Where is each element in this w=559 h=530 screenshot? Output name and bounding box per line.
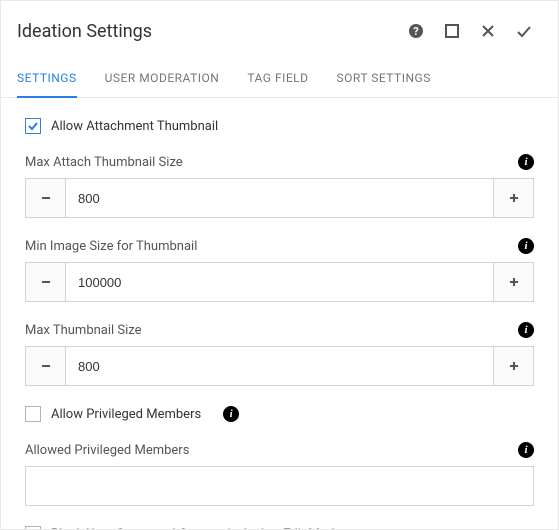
row-block-ugc-author-edit: Block User Generated Content in Author E… (25, 526, 534, 529)
row-max-attach-thumb-size: Max Attach Thumbnail Size i (25, 154, 534, 218)
confirm-icon[interactable] (506, 13, 542, 49)
dialog-ideation-settings: Ideation Settings ? SETTINGS USER MODERA… (0, 0, 559, 530)
tab-user-moderation[interactable]: USER MODERATION (105, 61, 220, 97)
help-icon[interactable]: ? (398, 13, 434, 49)
decrement-button[interactable] (26, 347, 66, 385)
label-max-thumb-size: Max Thumbnail Size (25, 323, 518, 338)
close-icon[interactable] (470, 13, 506, 49)
svg-text:?: ? (413, 25, 419, 38)
row-max-thumb-size: Max Thumbnail Size i (25, 322, 534, 386)
tab-tag-field[interactable]: TAG FIELD (247, 61, 308, 97)
dialog-title: Ideation Settings (17, 21, 398, 42)
decrement-button[interactable] (26, 263, 66, 301)
increment-button[interactable] (493, 179, 533, 217)
tab-sort-settings[interactable]: SORT SETTINGS (337, 61, 431, 97)
row-allowed-privileged-members: Allowed Privileged Members i (25, 442, 534, 506)
input-max-thumb-size[interactable] (66, 347, 493, 385)
input-min-image-size-thumb[interactable] (66, 263, 493, 301)
fullscreen-icon[interactable] (434, 13, 470, 49)
label-min-image-size-thumb: Min Image Size for Thumbnail (25, 239, 518, 254)
row-allow-attachment-thumbnail: Allow Attachment Thumbnail (25, 118, 534, 134)
info-icon[interactable]: i (518, 238, 534, 254)
label-allow-privileged-members: Allow Privileged Members (51, 407, 201, 422)
label-allowed-privileged-members: Allowed Privileged Members (25, 443, 518, 458)
row-allow-privileged-members: Allow Privileged Members i (25, 406, 534, 422)
label-allow-attachment-thumbnail: Allow Attachment Thumbnail (51, 119, 218, 134)
checkbox-block-ugc-author-edit[interactable] (25, 526, 41, 529)
row-min-image-size-thumb: Min Image Size for Thumbnail i (25, 238, 534, 302)
input-allowed-privileged-members[interactable] (25, 466, 534, 506)
info-icon[interactable]: i (518, 442, 534, 458)
stepper-min-image-size-thumb (25, 262, 534, 302)
increment-button[interactable] (493, 263, 533, 301)
info-icon[interactable]: i (518, 322, 534, 338)
titlebar: Ideation Settings ? (1, 1, 558, 61)
input-max-attach-thumb-size[interactable] (66, 179, 493, 217)
increment-button[interactable] (493, 347, 533, 385)
checkbox-allow-privileged-members[interactable] (25, 406, 41, 422)
info-icon[interactable]: i (223, 406, 239, 422)
decrement-button[interactable] (26, 179, 66, 217)
info-icon[interactable]: i (518, 154, 534, 170)
tab-settings[interactable]: SETTINGS (17, 61, 77, 97)
stepper-max-thumb-size (25, 346, 534, 386)
label-max-attach-thumb-size: Max Attach Thumbnail Size (25, 155, 518, 170)
stepper-max-attach-thumb-size (25, 178, 534, 218)
tabs: SETTINGS USER MODERATION TAG FIELD SORT … (1, 61, 558, 98)
form-scroll-area[interactable]: Allow Attachment Thumbnail Max Attach Th… (1, 98, 558, 529)
label-block-ugc-author-edit: Block User Generated Content in Author E… (51, 527, 341, 530)
checkbox-allow-attachment-thumbnail[interactable] (25, 118, 41, 134)
